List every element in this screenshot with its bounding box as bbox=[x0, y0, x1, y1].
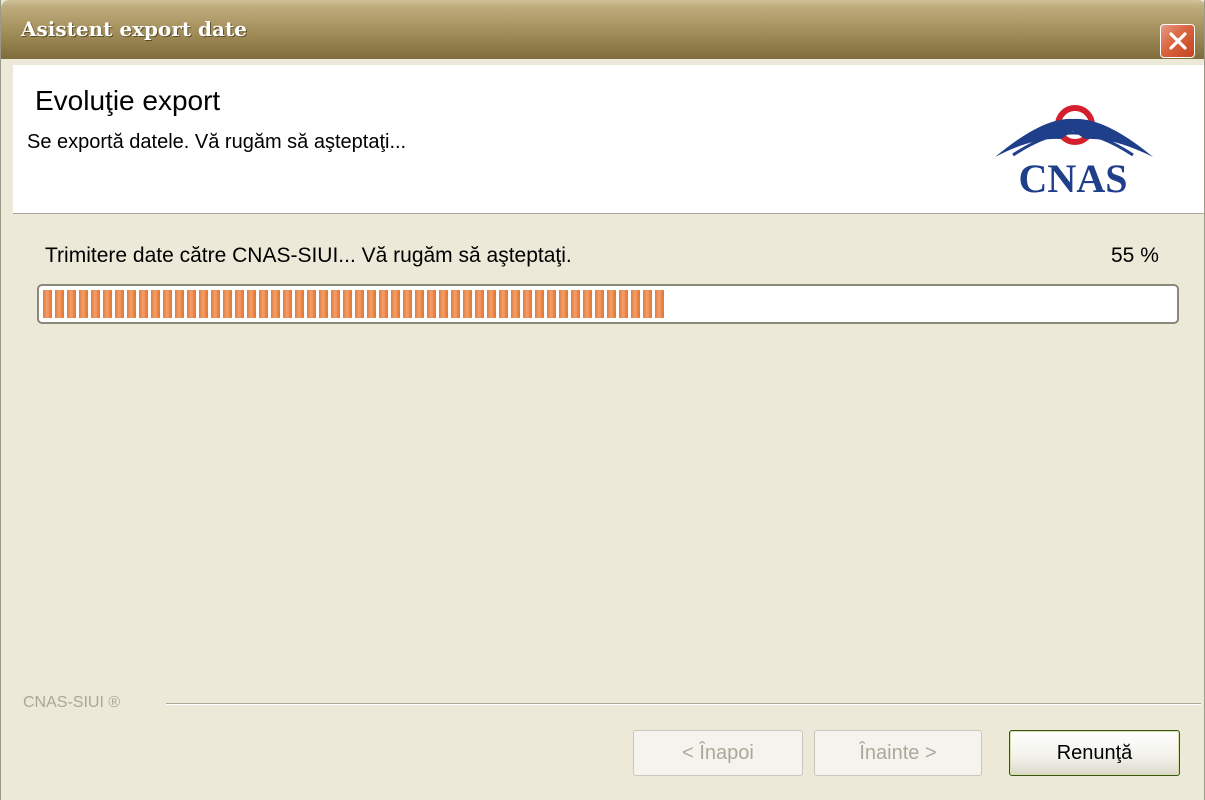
footer-brand: CNAS-SIUI ® bbox=[23, 694, 121, 711]
progress-status-text: Trimitere date către CNAS-SIUI... Vă rug… bbox=[45, 244, 572, 267]
footer-divider bbox=[166, 703, 1201, 705]
page-subtitle: Se exportă datele. Vă rugăm să aşteptaţi… bbox=[27, 131, 407, 153]
progress-bar-fill bbox=[43, 290, 667, 318]
close-icon bbox=[1168, 32, 1187, 50]
logo-text: CNAS bbox=[1019, 156, 1128, 197]
window-title: Asistent export date bbox=[21, 17, 247, 41]
next-button[interactable]: Înainte > bbox=[814, 730, 982, 776]
close-button[interactable] bbox=[1160, 24, 1195, 58]
title-bar[interactable]: Asistent export date bbox=[1, 0, 1204, 59]
header-panel: Evoluţie export Se exportă datele. Vă ru… bbox=[13, 65, 1204, 214]
page-title: Evoluţie export bbox=[35, 85, 221, 116]
cnas-logo: CNAS bbox=[995, 105, 1153, 197]
progress-percent: 55 % bbox=[1111, 244, 1159, 267]
progress-bar bbox=[37, 284, 1179, 324]
back-button[interactable]: < Înapoi bbox=[633, 730, 803, 776]
export-wizard-window: Asistent export date Evoluţie export Se … bbox=[0, 0, 1205, 800]
cancel-button[interactable]: Renunţă bbox=[1009, 730, 1180, 776]
